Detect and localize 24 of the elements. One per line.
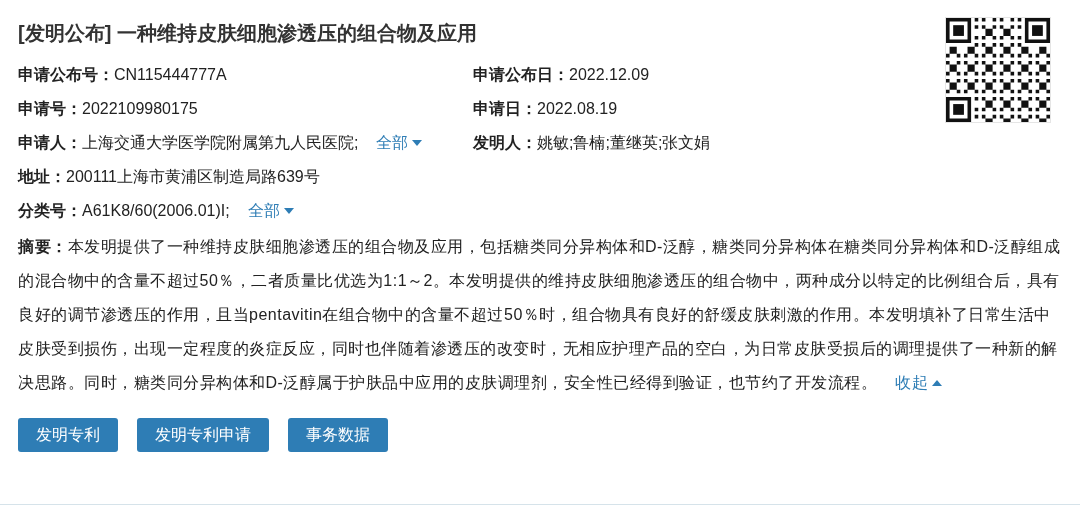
field-label: 申请公布号： (18, 65, 114, 85)
field-label: 申请日： (473, 99, 537, 119)
field-label: 申请公布日： (473, 65, 569, 85)
field-value: A61K8/60(2006.01)I; (82, 201, 230, 221)
category-button[interactable]: 事务数据 (288, 418, 388, 452)
category-button[interactable]: 发明专利申请 (137, 418, 269, 452)
field-value: 2022109980175 (82, 99, 198, 119)
field-label: 分类号： (18, 201, 82, 221)
field-value: 200111上海市黄浦区制造局路639号 (66, 167, 320, 187)
expand-link[interactable]: 全部 (376, 131, 423, 155)
field-value: 2022.08.19 (537, 99, 618, 119)
field-value: 2022.12.09 (569, 65, 650, 85)
abstract-text: 摘要：本发明提供了一种维持皮肤细胞渗透压的组合物及应用，包括糖类同分异构体和D-泛醇，糖类同分异构体在糖类同分异构体和D-泛醇组成的混合物中的含量不超过50％，二者质量比优选为1:1～2。本发明提供的维持皮肤细胞渗透压的组合物中，两种成分以特定的比例组合后，具有良好的调节渗透压的作用，且当pentavitin在组合物中的含量不超过50％时，组合物具有良好的舒缓皮肤刺激的作用。本发明填补了日常生活中皮肤受到损伤，出现一定程度的炎症反应，同时也伴随着渗透压的改变时，无相应护理产品的空白，为日常皮肤受损后的调理提供了一种新的解决思路。同时，糖类同分异构体和D-泛醇属于护肤品中应用的皮肤调理剂，安全性已经得到验证，也节约了开发流程。 收起 (18, 230, 1063, 400)
expand-link[interactable]: 全部 (247, 199, 294, 223)
field-label: 申请人： (18, 133, 82, 153)
field-label: 申请号： (18, 99, 82, 119)
field-value: CN115444777A (114, 65, 227, 85)
field-value: 上海交通大学医学院附属第九人民医院; (82, 133, 359, 153)
field-value: 姚敏;鲁楠;董继英;张文娟 (537, 133, 711, 153)
category-button[interactable]: 发明专利 (18, 418, 118, 452)
field-label: 发明人： (473, 133, 537, 153)
collapse-link[interactable]: 收起 (895, 366, 943, 400)
page-title: [发明公布] 一种维持皮肤细胞渗透压的组合物及应用 (18, 21, 478, 46)
field-label: 地址： (18, 167, 66, 187)
